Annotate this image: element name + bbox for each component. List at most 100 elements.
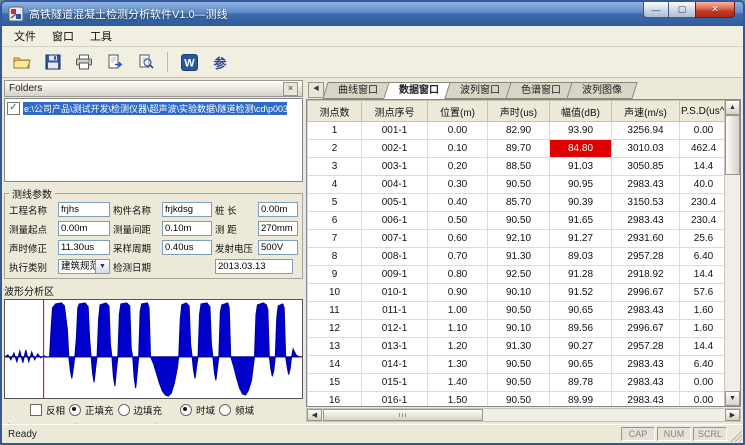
table-cell[interactable]: 15 (308, 374, 362, 392)
scroll-left-icon[interactable]: ◀ (307, 409, 322, 421)
scroll-right-icon[interactable]: ▶ (725, 409, 740, 421)
table-row[interactable]: 15015-11.4090.5089.782983.430.00 (308, 374, 728, 392)
tab-wavetrain-image[interactable]: 波列图像 (569, 82, 635, 99)
table-cell[interactable]: 90.50 (488, 374, 550, 392)
table-cell[interactable]: 0.00 (680, 122, 728, 140)
table-cell[interactable]: 0.20 (428, 158, 488, 176)
table-cell[interactable]: 014-1 (362, 356, 428, 374)
table-row[interactable]: 8008-10.7091.3089.032957.286.40 (308, 248, 728, 266)
table-cell[interactable]: 90.65 (550, 302, 612, 320)
table-cell[interactable]: 1 (308, 122, 362, 140)
menu-window[interactable]: 窗口 (44, 26, 82, 46)
col-psd[interactable]: P.S.D(us^2/m (680, 101, 728, 122)
table-cell[interactable]: 0.40 (428, 194, 488, 212)
table-cell[interactable]: 2931.60 (612, 230, 680, 248)
table-cell[interactable]: 0.80 (428, 266, 488, 284)
param-value-pile-length[interactable]: 0.00m (258, 202, 298, 217)
table-cell[interactable]: 0.00 (680, 374, 728, 392)
col-point-count[interactable]: 测点数 (308, 101, 362, 122)
print-button[interactable] (70, 49, 98, 76)
tab-spectrum-window[interactable]: 色谱窗口 (508, 82, 574, 99)
maximize-button[interactable]: ▢ (669, 2, 695, 18)
table-cell[interactable]: 2957.28 (612, 248, 680, 266)
table-cell[interactable]: 40.0 (680, 176, 728, 194)
table-cell[interactable]: 003-1 (362, 158, 428, 176)
table-cell[interactable]: 91.65 (550, 212, 612, 230)
table-cell[interactable]: 92.50 (488, 266, 550, 284)
table-cell[interactable]: 2918.92 (612, 266, 680, 284)
table-cell[interactable]: 3256.94 (612, 122, 680, 140)
table-cell[interactable]: 0.00 (428, 122, 488, 140)
table-cell[interactable]: 14.4 (680, 158, 728, 176)
table-cell[interactable]: 2 (308, 140, 362, 158)
table-cell[interactable]: 6 (308, 212, 362, 230)
param-value-voltage[interactable]: 500V (258, 240, 298, 255)
invert-checkbox[interactable] (30, 404, 42, 416)
table-cell[interactable]: 91.27 (550, 230, 612, 248)
table-cell[interactable]: 011-1 (362, 302, 428, 320)
table-cell[interactable]: 007-1 (362, 230, 428, 248)
folder-tree[interactable]: ✓ e:\公司产品\测试开发\检测仪器\超声波\实验数据\隧道检测\cd\p00… (4, 98, 303, 182)
table-cell[interactable]: 11 (308, 302, 362, 320)
param-value-time-correction[interactable]: 11.30us (58, 240, 110, 255)
table-row[interactable]: 7007-10.6092.1091.272931.6025.6 (308, 230, 728, 248)
table-cell[interactable]: 90.27 (550, 338, 612, 356)
table-cell[interactable]: 91.30 (488, 248, 550, 266)
table-cell[interactable]: 3050.85 (612, 158, 680, 176)
table-cell[interactable]: 4 (308, 176, 362, 194)
table-cell[interactable]: 14 (308, 356, 362, 374)
table-cell[interactable]: 0.60 (428, 230, 488, 248)
table-cell[interactable]: 1.10 (428, 320, 488, 338)
table-cell[interactable]: 006-1 (362, 212, 428, 230)
table-row[interactable]: 10010-10.9090.1091.522996.6757.6 (308, 284, 728, 302)
table-cell[interactable]: 2983.43 (612, 176, 680, 194)
table-cell[interactable]: 14.4 (680, 266, 728, 284)
tab-data-window[interactable]: 数据窗口 (386, 82, 452, 99)
table-cell[interactable]: 0.10 (428, 140, 488, 158)
parameter-button[interactable]: 参 (206, 49, 234, 76)
table-cell[interactable]: 1.40 (428, 374, 488, 392)
param-value-date[interactable]: 2013.03.13 (215, 259, 293, 274)
tree-checkbox-icon[interactable]: ✓ (7, 102, 20, 115)
preview-button[interactable] (132, 49, 160, 76)
param-value-project[interactable]: frjhs (58, 202, 110, 217)
minimize-button[interactable]: — (643, 2, 669, 18)
table-row[interactable]: 14014-11.3090.5090.652983.436.40 (308, 356, 728, 374)
table-cell[interactable]: 90.10 (488, 320, 550, 338)
table-cell[interactable]: 91.28 (550, 266, 612, 284)
table-cell[interactable]: 12 (308, 320, 362, 338)
freq-domain-radio[interactable] (219, 404, 231, 416)
time-domain-radio[interactable] (180, 404, 192, 416)
col-sound-time[interactable]: 声时(us) (488, 101, 550, 122)
table-cell[interactable]: 16 (308, 392, 362, 408)
table-cell[interactable]: 89.03 (550, 248, 612, 266)
tree-item[interactable]: ✓ e:\公司产品\测试开发\检测仪器\超声波\实验数据\隧道检测\cd\p00… (7, 102, 300, 115)
menu-file[interactable]: 文件 (6, 26, 44, 46)
save-button[interactable] (39, 49, 67, 76)
scroll-up-icon[interactable]: ▲ (725, 100, 740, 115)
table-cell[interactable]: 5 (308, 194, 362, 212)
table-row[interactable]: 2002-10.1089.7084.803010.03462.4 (308, 140, 728, 158)
param-value-start[interactable]: 0.00m (58, 221, 110, 236)
table-cell[interactable]: 0.70 (428, 248, 488, 266)
table-cell[interactable]: 90.50 (488, 176, 550, 194)
table-cell[interactable]: 2996.67 (612, 320, 680, 338)
table-cell[interactable]: 10 (308, 284, 362, 302)
table-row[interactable]: 3003-10.2088.5091.033050.8514.4 (308, 158, 728, 176)
waveform-plot[interactable] (4, 299, 303, 399)
table-cell[interactable]: 9 (308, 266, 362, 284)
table-cell[interactable]: 2983.43 (612, 212, 680, 230)
table-cell[interactable]: 008-1 (362, 248, 428, 266)
table-row[interactable]: 5005-10.4085.7090.393150.53230.4 (308, 194, 728, 212)
table-cell[interactable]: 8 (308, 248, 362, 266)
table-cell[interactable]: 57.6 (680, 284, 728, 302)
table-row[interactable]: 13013-11.2091.3090.272957.2814.4 (308, 338, 728, 356)
table-row[interactable]: 11011-11.0090.5090.652983.431.60 (308, 302, 728, 320)
table-cell[interactable]: 92.10 (488, 230, 550, 248)
table-cell[interactable]: 84.80 (550, 140, 612, 158)
param-value-spacing[interactable]: 0.10m (162, 221, 212, 236)
table-cell[interactable]: 010-1 (362, 284, 428, 302)
table-cell[interactable]: 2957.28 (612, 338, 680, 356)
table-cell[interactable]: 002-1 (362, 140, 428, 158)
table-cell[interactable]: 1.60 (680, 320, 728, 338)
